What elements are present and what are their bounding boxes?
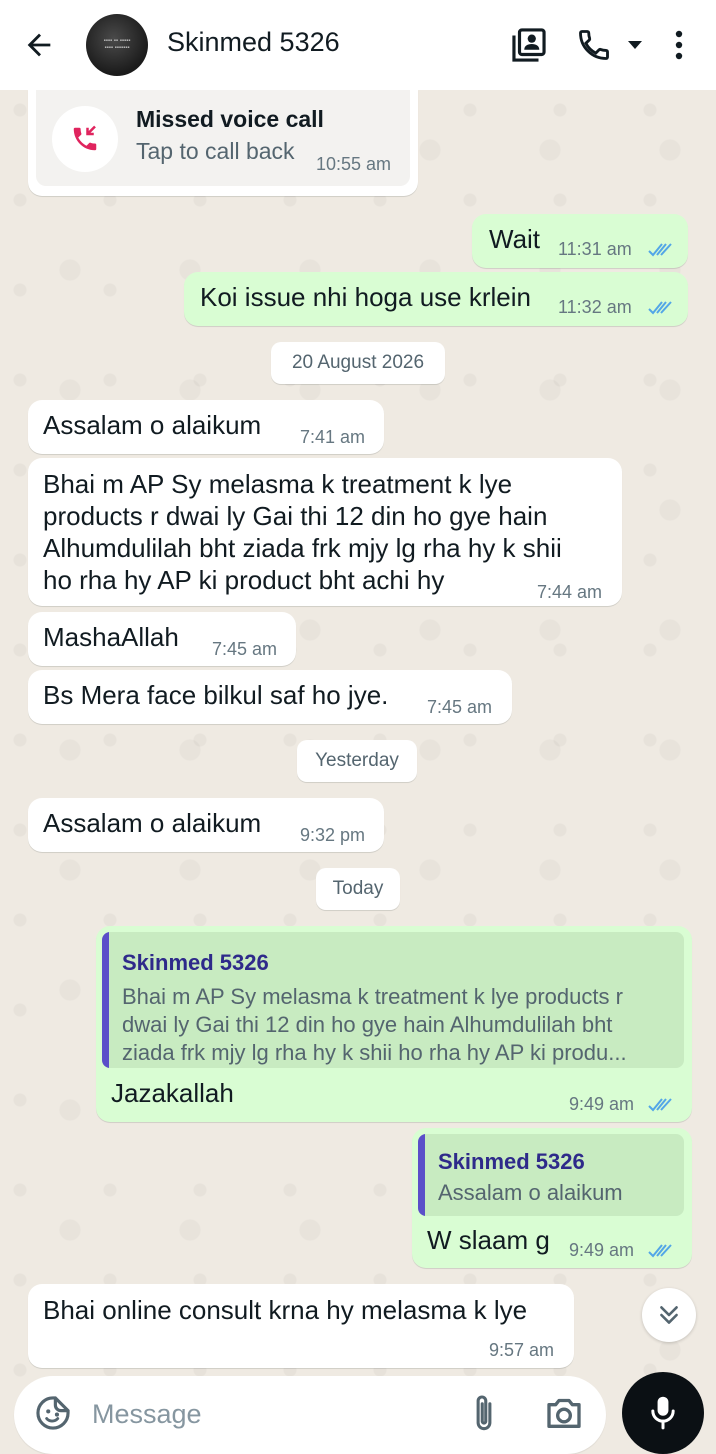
outgoing-message[interactable]: Wait 11:31 am bbox=[472, 214, 688, 268]
message-text: Wait bbox=[489, 224, 541, 254]
message-time: 9:49 am bbox=[569, 1240, 635, 1260]
back-arrow-icon[interactable] bbox=[18, 24, 60, 66]
missed-call-subtitle: Tap to call back bbox=[136, 138, 295, 164]
missed-call-bubble[interactable]: Missed voice call Tap to call back 10:55… bbox=[28, 90, 418, 196]
date-separator: Today bbox=[316, 868, 400, 910]
message-text: MashaAllah bbox=[43, 622, 179, 652]
message-time: 7:41 am bbox=[300, 427, 366, 447]
dropdown-caret-icon[interactable] bbox=[624, 30, 646, 60]
mic-icon bbox=[651, 1396, 675, 1430]
read-ticks-icon bbox=[648, 1244, 672, 1258]
video-call-icon[interactable] bbox=[507, 24, 551, 66]
incoming-message[interactable]: Assalam o alaikum 9:32 pm bbox=[28, 798, 384, 852]
message-text: Bhai online consult krna hy melasma k ly… bbox=[43, 1295, 528, 1325]
message-text: Koi issue nhi hoga use krlein bbox=[200, 282, 531, 312]
quoted-sender: Skinmed 5326 bbox=[438, 1149, 585, 1174]
quoted-sender: Skinmed 5326 bbox=[122, 950, 269, 975]
message-input[interactable] bbox=[92, 1394, 452, 1434]
message-composer bbox=[14, 1376, 606, 1454]
quoted-text-line: Bhai m AP Sy melasma k treatment k lye p… bbox=[122, 984, 623, 1009]
message-time: 9:57 am bbox=[489, 1340, 555, 1360]
quoted-message[interactable]: Skinmed 5326 Bhai m AP Sy melasma k trea… bbox=[102, 932, 684, 1068]
message-line: Alhumdulilah bht ziada frk mjy lg rha hy… bbox=[43, 533, 562, 563]
message-time: 9:32 pm bbox=[300, 825, 366, 845]
double-chevron-down-icon bbox=[660, 1306, 678, 1324]
incoming-message[interactable]: MashaAllah 7:45 am bbox=[28, 612, 296, 666]
message-time: 7:44 am bbox=[537, 582, 603, 602]
message-line: products r dwai ly Gai thi 12 din ho gye… bbox=[43, 501, 548, 531]
quoted-text-line: dwai ly Gai thi 12 din ho gye hain Alhum… bbox=[122, 1012, 613, 1037]
read-ticks-icon bbox=[648, 301, 672, 315]
attach-icon[interactable] bbox=[466, 1392, 502, 1436]
read-ticks-icon bbox=[648, 243, 672, 257]
message-time: 7:45 am bbox=[212, 639, 278, 659]
message-text: Assalam o alaikum bbox=[43, 808, 262, 838]
message-text: W slaam g bbox=[427, 1225, 550, 1255]
quoted-message[interactable]: Skinmed 5326 Assalam o alaikum bbox=[418, 1134, 684, 1216]
phone-icon[interactable] bbox=[574, 24, 614, 66]
contact-name[interactable]: Skinmed 5326 bbox=[167, 27, 340, 58]
outgoing-message[interactable]: Skinmed 5326 Assalam o alaikum W slaam g… bbox=[412, 1128, 692, 1268]
mic-button[interactable] bbox=[622, 1372, 704, 1454]
incoming-message[interactable]: Bhai m AP Sy melasma k treatment k lye p… bbox=[28, 458, 622, 606]
message-line: ho rha hy AP ki product bht achi hy bbox=[43, 565, 445, 595]
message-line: Bhai m AP Sy melasma k treatment k lye bbox=[43, 469, 513, 499]
message-time: 9:49 am bbox=[569, 1094, 635, 1114]
chat-header: ▪▪▪▪ ▪▪ ▪▪▪▪▪ ▪▪▪▪ ▪▪▪▪▪▪▪ Skinmed 5326 bbox=[0, 0, 716, 90]
message-time: 10:55 am bbox=[316, 154, 392, 174]
avatar[interactable]: ▪▪▪▪ ▪▪ ▪▪▪▪▪ ▪▪▪▪ ▪▪▪▪▪▪▪ bbox=[86, 14, 148, 76]
incoming-message[interactable]: Bs Mera face bilkul saf ho jye. 7:45 am bbox=[28, 670, 512, 724]
incoming-message[interactable]: Bhai online consult krna hy melasma k ly… bbox=[28, 1284, 574, 1368]
date-separator: Yesterday bbox=[297, 740, 417, 782]
quoted-text-line: ziada frk mjy lg rha hy k shii ho rha hy… bbox=[122, 1040, 627, 1065]
more-vert-icon[interactable] bbox=[664, 24, 694, 66]
date-separator: 20 August 2026 bbox=[271, 342, 445, 384]
message-time: 11:31 am bbox=[558, 239, 632, 259]
message-text: Jazakallah bbox=[111, 1078, 234, 1108]
quote-accent-bar bbox=[418, 1134, 425, 1216]
sticker-icon[interactable] bbox=[34, 1394, 72, 1432]
outgoing-message[interactable]: Koi issue nhi hoga use krlein 11:32 am bbox=[184, 272, 688, 326]
outgoing-message[interactable]: Skinmed 5326 Bhai m AP Sy melasma k trea… bbox=[96, 926, 692, 1122]
scroll-to-bottom-button[interactable] bbox=[642, 1288, 696, 1342]
missed-call-title: Missed voice call bbox=[136, 106, 324, 132]
incoming-message[interactable]: Assalam o alaikum 7:41 am bbox=[28, 400, 384, 454]
camera-icon[interactable] bbox=[544, 1394, 588, 1434]
message-text: Assalam o alaikum bbox=[43, 410, 262, 440]
missed-call-icon bbox=[52, 106, 118, 172]
message-time: 11:32 am bbox=[558, 297, 632, 317]
message-time: 7:45 am bbox=[427, 697, 493, 717]
read-ticks-icon bbox=[648, 1098, 672, 1112]
quoted-text-line: Assalam o alaikum bbox=[438, 1180, 623, 1205]
avatar-image: ▪▪▪▪ ▪▪ ▪▪▪▪▪ ▪▪▪▪ ▪▪▪▪▪▪▪ bbox=[103, 38, 131, 51]
message-text: Bs Mera face bilkul saf ho jye. bbox=[43, 680, 389, 710]
quote-accent-bar bbox=[102, 932, 109, 1068]
